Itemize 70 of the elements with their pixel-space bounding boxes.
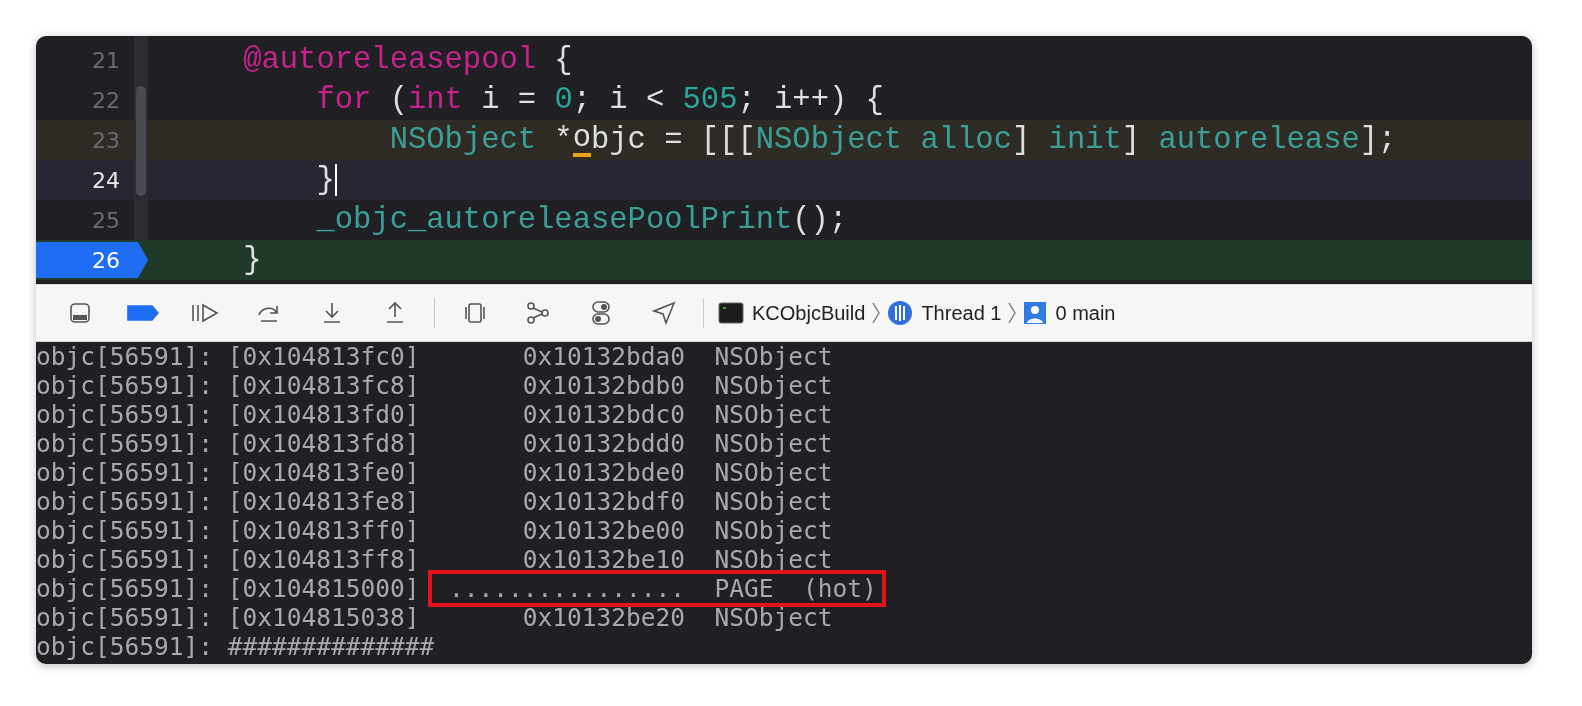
log-address: ................: [449, 574, 685, 603]
log-address: 0x10132be10: [521, 545, 685, 574]
log-class: NSObject: [714, 545, 833, 574]
code-line: _objc_autoreleasePoolPrint();: [315, 203, 848, 237]
chevron-right-icon: [871, 301, 882, 325]
thread-icon: [887, 300, 914, 326]
location-arrow-icon: [650, 300, 677, 326]
code-line: @autoreleasepool {: [242, 43, 573, 77]
continue-icon: [190, 302, 221, 324]
log-prefix: objc[56591]:: [36, 632, 214, 661]
line-number: 24: [92, 167, 121, 193]
hide-console-icon: [67, 301, 92, 325]
log-class: NSObject: [714, 342, 833, 371]
line-number: 21: [92, 47, 121, 73]
log-prefix: objc[56591]:: [36, 458, 214, 487]
line-number: 23: [92, 127, 121, 153]
terminal-icon: [718, 302, 744, 324]
log-address: 0x10132be00: [521, 516, 685, 545]
log-slot: [0x104813fd0]: [227, 400, 449, 429]
log-prefix: objc[56591]:: [36, 603, 214, 632]
log-slot: [0x104813fd8]: [227, 429, 449, 458]
log-address: 0x10132bdf0: [521, 487, 685, 516]
log-class: NSObject: [714, 603, 833, 632]
log-prefix: objc[56591]:: [36, 545, 214, 574]
log-address: 0x10132bda0: [521, 342, 685, 371]
log-class: NSObject: [714, 429, 833, 458]
log-address: 0x10132bdb0: [521, 371, 685, 400]
text-cursor: [334, 164, 337, 196]
target-crumb[interactable]: KCObjcBuild: [712, 293, 872, 333]
log-prefix: objc[56591]:: [36, 574, 214, 603]
frame-crumb[interactable]: 0 main: [1017, 293, 1122, 333]
log-address: 0x10132bde0: [521, 458, 685, 487]
log-slot: [0x104815000]: [227, 574, 449, 603]
log-prefix: objc[56591]:: [36, 516, 214, 545]
thread-crumb[interactable]: Thread 1: [881, 293, 1008, 333]
line-number: 22: [92, 87, 121, 113]
log-class: PAGE (hot): [714, 574, 877, 603]
log-class: NSObject: [714, 458, 833, 487]
log-slot: [0x104813fc8]: [227, 371, 449, 400]
log-slot: [0x104813ff8]: [227, 545, 449, 574]
log-prefix: objc[56591]:: [36, 371, 214, 400]
chevron-right-icon: [1007, 301, 1018, 325]
log-address: 0x10132bdc0: [521, 400, 685, 429]
code-line: }: [315, 163, 337, 197]
user-icon: [1023, 301, 1048, 325]
log-slot: ##############: [227, 632, 435, 661]
log-class: NSObject: [714, 400, 833, 429]
log-class: NSObject: [714, 516, 833, 545]
scrollbar-thumb[interactable]: [136, 86, 146, 196]
line-number: 25: [92, 207, 121, 233]
log-class: NSObject: [714, 371, 833, 400]
code-line: for (int i = 0; i < 505; i++) {: [315, 83, 884, 117]
log-slot: [0x104813fc0]: [227, 342, 449, 371]
log-prefix: objc[56591]:: [36, 342, 214, 371]
view-hierarchy-icon: [462, 301, 487, 325]
log-prefix: objc[56591]:: [36, 487, 214, 516]
log-class: NSObject: [714, 487, 833, 516]
log-slot: [0x104813fe0]: [227, 458, 449, 487]
log-slot: [0x104813ff0]: [227, 516, 449, 545]
breakpoint-marker[interactable]: [36, 242, 148, 278]
log-slot: [0x104813fe8]: [227, 487, 449, 516]
log-prefix: objc[56591]:: [36, 429, 214, 458]
log-address: 0x10132be20: [521, 603, 685, 632]
log-address: 0x10132bdd0: [521, 429, 685, 458]
line-number: 26: [92, 247, 121, 273]
log-slot: [0x104815038]: [227, 603, 449, 632]
code-line: }: [242, 243, 262, 277]
log-prefix: objc[56591]:: [36, 400, 214, 429]
memory-graph-icon: [524, 301, 551, 325]
toggle-switch-icon: [589, 300, 612, 326]
